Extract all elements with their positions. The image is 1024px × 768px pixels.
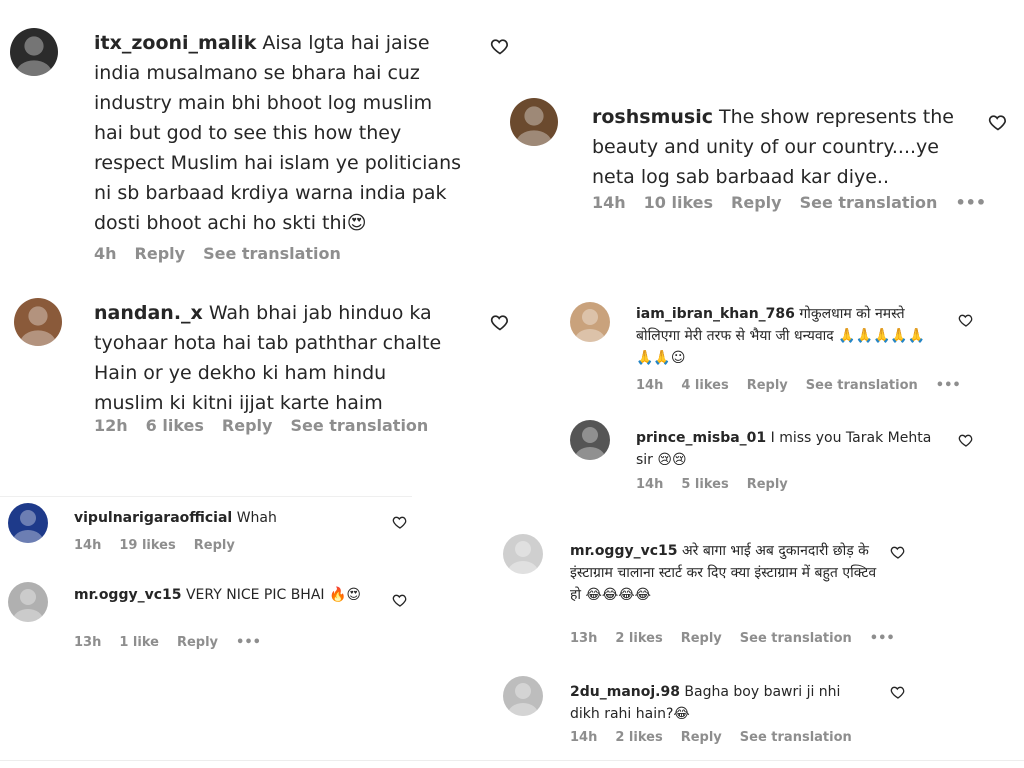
comment-meta: 13h 2 likes Reply See translation •••: [570, 631, 913, 646]
avatar[interactable]: [570, 302, 610, 342]
reply-button[interactable]: Reply: [747, 378, 788, 393]
more-options-button[interactable]: •••: [236, 635, 261, 650]
comment-username[interactable]: prince_misba_01: [636, 430, 766, 446]
heart-icon[interactable]: [392, 592, 408, 612]
comment-meta: 14h 19 likes Reply: [74, 538, 253, 553]
reply-button[interactable]: Reply: [194, 538, 235, 553]
comment-time: 14h: [74, 538, 102, 553]
comment-text: Aisa lgta hai jaise india musalmano se b…: [94, 32, 462, 234]
comment-body: iam_ibran_khan_786 गोकुलधाम को नमस्ते बो…: [636, 303, 936, 369]
reply-button[interactable]: Reply: [135, 244, 186, 263]
comment-body: 2du_manoj.98 Bagha boy bawri ji nhi dikh…: [570, 681, 870, 725]
likes-count[interactable]: 4 likes: [681, 378, 728, 393]
likes-count[interactable]: 1 like: [119, 635, 159, 650]
comment-time: 13h: [570, 631, 598, 646]
likes-count[interactable]: 5 likes: [681, 477, 728, 492]
divider: [0, 760, 1024, 761]
more-options-button[interactable]: •••: [870, 631, 895, 646]
comment-username[interactable]: iam_ibran_khan_786: [636, 306, 795, 322]
heart-icon[interactable]: [890, 684, 906, 704]
avatar[interactable]: [570, 420, 610, 460]
avatar[interactable]: [14, 298, 62, 346]
comment-meta: 12h 6 likes Reply See translation: [94, 416, 446, 435]
comment-username[interactable]: mr.oggy_vc15: [74, 587, 182, 603]
see-translation-link[interactable]: See translation: [290, 416, 428, 435]
heart-icon[interactable]: [490, 312, 510, 336]
avatar[interactable]: [10, 28, 58, 76]
see-translation-link[interactable]: See translation: [740, 631, 852, 646]
more-options-button[interactable]: •••: [955, 193, 986, 212]
likes-count[interactable]: 6 likes: [146, 416, 204, 435]
reply-button[interactable]: Reply: [177, 635, 218, 650]
comment-username[interactable]: roshsmusic: [592, 106, 713, 128]
comment-time: 14h: [570, 730, 598, 745]
likes-count[interactable]: 2 likes: [615, 631, 662, 646]
heart-icon[interactable]: [392, 514, 408, 534]
comment-meta: 4h Reply See translation: [94, 244, 359, 263]
avatar[interactable]: [510, 98, 558, 146]
comment-body: itx_zooni_malik Aisa lgta hai jaise indi…: [94, 28, 466, 238]
comment-username[interactable]: mr.oggy_vc15: [570, 543, 678, 559]
comment-body: nandan._x Wah bhai jab hinduo ka tyohaar…: [94, 298, 454, 418]
comment-username[interactable]: 2du_manoj.98: [570, 684, 680, 700]
reply-button[interactable]: Reply: [681, 730, 722, 745]
comment-username[interactable]: vipulnarigaraofficial: [74, 510, 232, 526]
comment-meta: 14h 5 likes Reply: [636, 477, 806, 492]
comment-body: roshsmusic The show represents the beaut…: [592, 102, 968, 192]
comment-username[interactable]: itx_zooni_malik: [94, 32, 256, 54]
heart-icon[interactable]: [988, 112, 1008, 136]
comment-body: prince_misba_01 I miss you Tarak Mehta s…: [636, 427, 936, 471]
reply-button[interactable]: Reply: [747, 477, 788, 492]
avatar[interactable]: [503, 676, 543, 716]
see-translation-link[interactable]: See translation: [806, 378, 918, 393]
avatar[interactable]: [8, 503, 48, 543]
comment-body: mr.oggy_vc15 अरे बागा भाई अब दुकानदारी छ…: [570, 540, 880, 606]
comment-time: 12h: [94, 416, 128, 435]
likes-count[interactable]: 2 likes: [615, 730, 662, 745]
heart-icon[interactable]: [890, 544, 906, 564]
divider: [0, 496, 412, 497]
reply-button[interactable]: Reply: [681, 631, 722, 646]
likes-count[interactable]: 10 likes: [644, 193, 713, 212]
comment-time: 4h: [94, 244, 117, 263]
comment-time: 14h: [592, 193, 626, 212]
comment-time: 14h: [636, 378, 664, 393]
comment-time: 13h: [74, 635, 102, 650]
comment-text: Whah: [236, 510, 277, 526]
reply-button[interactable]: Reply: [731, 193, 782, 212]
avatar[interactable]: [503, 534, 543, 574]
avatar[interactable]: [8, 582, 48, 622]
comment-meta: 14h 4 likes Reply See translation •••: [636, 378, 979, 393]
heart-icon[interactable]: [490, 36, 510, 60]
likes-count[interactable]: 19 likes: [119, 538, 175, 553]
comment-body: mr.oggy_vc15 VERY NICE PIC BHAI 🔥😍: [74, 584, 384, 606]
comment-meta: 13h 1 like Reply •••: [74, 635, 279, 650]
comment-meta: 14h 10 likes Reply See translation •••: [592, 193, 1004, 212]
comment-time: 14h: [636, 477, 664, 492]
comment-username[interactable]: nandan._x: [94, 302, 203, 324]
heart-icon[interactable]: [958, 432, 974, 452]
comment-body: vipulnarigaraofficial Whah: [74, 507, 394, 529]
more-options-button[interactable]: •••: [936, 378, 961, 393]
comment-text: VERY NICE PIC BHAI 🔥😍: [185, 587, 362, 603]
see-translation-link[interactable]: See translation: [800, 193, 938, 212]
comment-meta: 14h 2 likes Reply See translation: [570, 730, 870, 745]
see-translation-link[interactable]: See translation: [203, 244, 341, 263]
see-translation-link[interactable]: See translation: [740, 730, 852, 745]
reply-button[interactable]: Reply: [222, 416, 273, 435]
heart-icon[interactable]: [958, 312, 974, 332]
